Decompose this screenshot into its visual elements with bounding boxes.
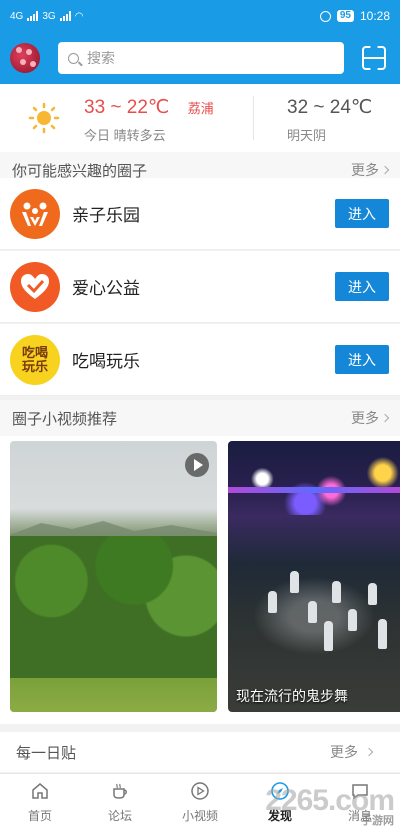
charity-heart-icon	[10, 261, 60, 312]
app-header: 搜索	[0, 32, 400, 84]
circle-name: 爱心公益	[72, 279, 140, 298]
daily-more-link[interactable]: 更多	[330, 742, 374, 762]
home-icon	[32, 783, 48, 799]
weather-today: 33 ~ 22℃ 荔浦 今日 晴转多云	[84, 96, 214, 144]
circles-more-link[interactable]: 更多	[351, 160, 390, 180]
today-description: 今日 晴转多云	[84, 128, 166, 143]
daily-post-section: 每一日贴 更多	[0, 732, 400, 772]
user-avatar[interactable]	[10, 43, 40, 73]
status-bar: 4G 3G ◠ 95 10:28	[0, 0, 400, 32]
circle-item-food[interactable]: 吃喝玩乐 吃喝玩乐 进入	[0, 324, 400, 396]
weather-tomorrow: 32 ~ 24℃ 明天阴	[287, 96, 372, 144]
circle-name: 吃喝玩乐	[72, 352, 140, 371]
battery-icon: 95	[336, 10, 354, 22]
video-icon	[191, 782, 209, 800]
video-thumbnail-lights	[228, 455, 400, 515]
food-icon-text: 吃喝玩乐	[21, 344, 48, 374]
search-placeholder: 搜索	[87, 50, 115, 66]
video-card-landscape[interactable]	[10, 441, 217, 712]
video-thumbnail-bridge	[228, 487, 400, 493]
daily-post-title: 每一日贴	[16, 744, 77, 762]
tab-label: 小视频	[181, 809, 218, 823]
daily-more-label: 更多	[330, 744, 358, 760]
city-name: 荔浦	[187, 101, 214, 116]
wifi-icon: ◠	[74, 10, 84, 22]
signal-label-1: 4G	[10, 10, 24, 22]
circle-name: 亲子乐园	[72, 206, 140, 225]
video-section-title: 圈子小视频推荐	[12, 410, 118, 428]
tomorrow-description: 明天阴	[287, 128, 327, 143]
search-input[interactable]: 搜索	[58, 42, 344, 74]
parenting-circle-icon	[10, 188, 60, 239]
circle-item-parenting[interactable]: 亲子乐园 进入	[0, 178, 400, 250]
video-thumbnail-trees	[10, 536, 217, 686]
join-button[interactable]: 进入	[335, 272, 389, 301]
video-thumbnail-dancers	[228, 561, 400, 671]
today-temperature: 33 ~ 22℃	[84, 97, 170, 118]
food-fun-icon: 吃喝玩乐	[10, 334, 60, 385]
weather-card[interactable]: 33 ~ 22℃ 荔浦 今日 晴转多云 32 ~ 24℃ 明天阴	[0, 84, 400, 152]
tab-label: 首页	[27, 809, 52, 823]
chevron-right-icon	[380, 165, 390, 175]
signal-label-2: 3G	[42, 10, 56, 22]
coffee-icon	[113, 783, 127, 799]
scan-icon[interactable]	[362, 46, 386, 70]
alarm-icon	[319, 10, 331, 22]
tab-short-video[interactable]: 小视频	[160, 774, 240, 831]
sun-icon	[28, 102, 60, 134]
signal-icon-2	[59, 11, 71, 21]
clock: 10:28	[359, 9, 390, 23]
video-more-link[interactable]: 更多	[351, 408, 390, 428]
video-list: 现在流行的鬼步舞	[0, 436, 400, 724]
weather-divider	[253, 96, 254, 140]
tomorrow-temperature: 32 ~ 24℃	[287, 97, 373, 118]
circles-more-label: 更多	[351, 162, 379, 178]
search-icon	[68, 52, 79, 64]
chevron-right-icon	[380, 413, 390, 423]
tab-home[interactable]: 首页	[0, 774, 80, 831]
join-button[interactable]: 进入	[335, 199, 389, 228]
play-icon[interactable]	[185, 453, 209, 477]
video-more-label: 更多	[351, 410, 379, 426]
video-caption: 现在流行的鬼步舞	[236, 688, 348, 704]
site-watermark: 2265.com 手游网	[265, 784, 395, 828]
tab-forum[interactable]: 论坛	[80, 774, 160, 831]
video-thumbnail-grass	[10, 678, 217, 712]
join-button[interactable]: 进入	[335, 345, 389, 374]
tab-label: 论坛	[107, 809, 132, 823]
chevron-right-icon	[364, 747, 374, 757]
circle-item-charity[interactable]: 爱心公益 进入	[0, 251, 400, 323]
signal-icon	[27, 11, 39, 21]
video-card-dance[interactable]: 现在流行的鬼步舞	[228, 441, 400, 712]
video-section-header: 圈子小视频推荐 更多	[0, 400, 400, 436]
